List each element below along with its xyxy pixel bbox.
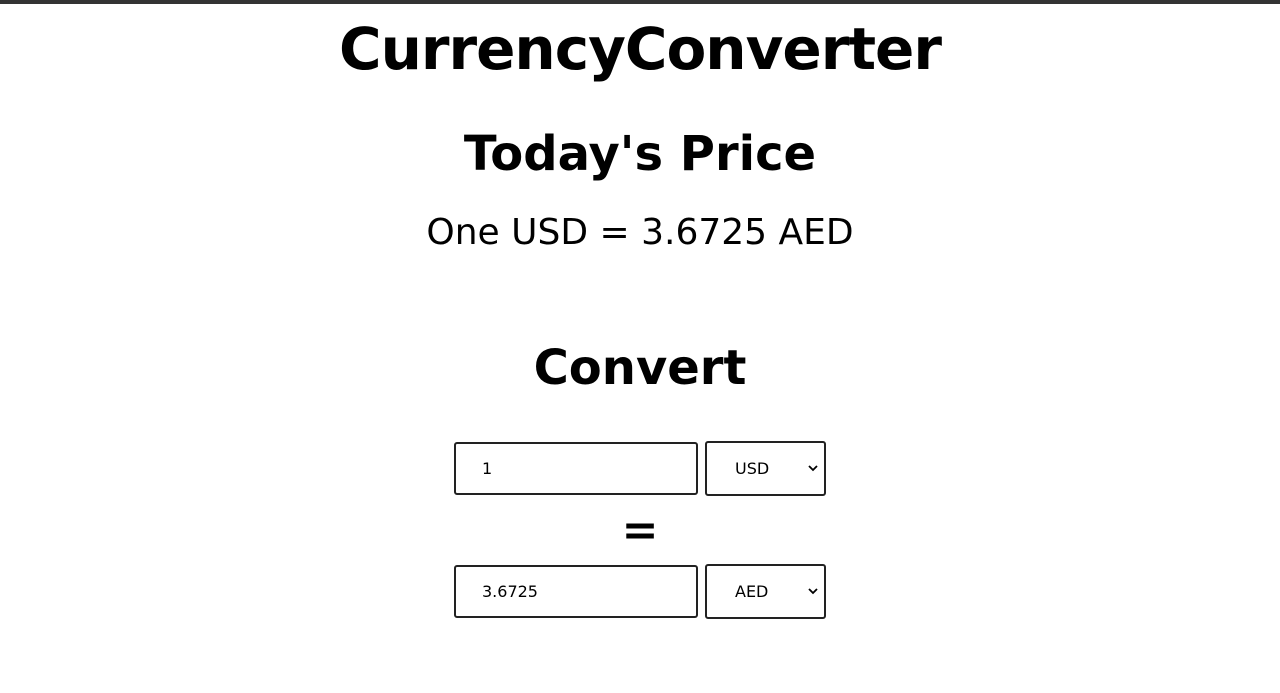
page: CurrencyConverter Today's Price One USD … [0, 0, 1280, 693]
to-amount-input[interactable] [454, 565, 698, 618]
convert-heading: Convert [533, 340, 747, 396]
exchange-rate-text: One USD = 3.6725 AED [426, 212, 854, 253]
app-title: CurrencyConverter [339, 15, 942, 83]
to-currency-select[interactable]: AED [705, 564, 826, 619]
equals-sign: = [621, 505, 659, 556]
from-currency-select[interactable]: USD [705, 441, 826, 496]
top-border [0, 0, 1280, 4]
todays-price-heading: Today's Price [463, 126, 817, 182]
from-amount-input[interactable] [454, 442, 698, 495]
